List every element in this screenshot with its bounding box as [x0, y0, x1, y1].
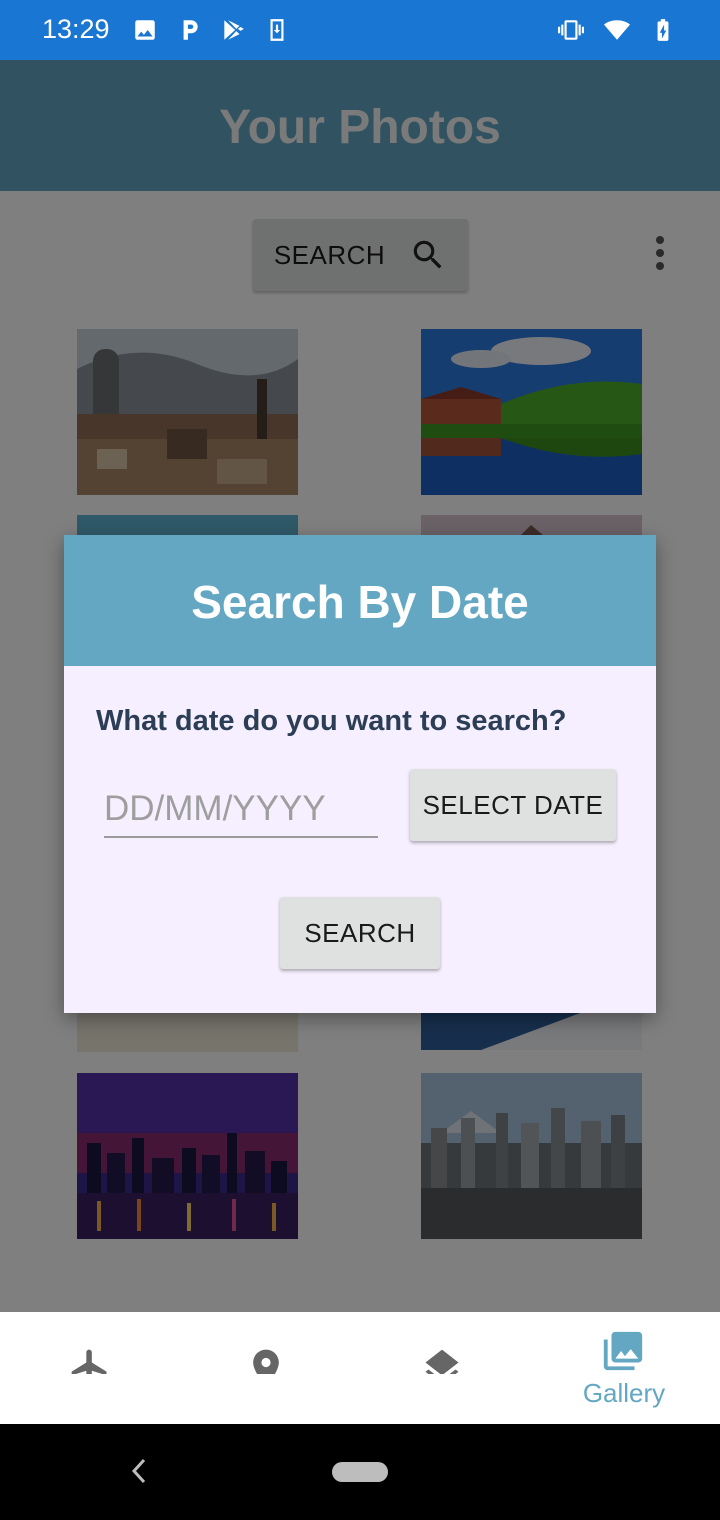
wifi-icon — [604, 20, 630, 40]
download-icon — [270, 19, 284, 41]
date-field[interactable] — [104, 782, 378, 838]
home-pill[interactable] — [332, 1462, 388, 1482]
image-icon — [135, 20, 155, 40]
layers-icon — [425, 1349, 459, 1374]
parking-icon — [183, 20, 198, 40]
battery-charging-icon — [657, 19, 669, 41]
bottom-navigation: Gallery — [0, 1312, 720, 1424]
vibrate-icon — [558, 20, 584, 40]
play-store-icon — [224, 20, 244, 40]
nav-item-layers[interactable] — [352, 1312, 532, 1424]
airplane-icon — [71, 1349, 107, 1374]
nav-item-places[interactable] — [176, 1312, 356, 1424]
dialog-header: Search By Date — [64, 535, 656, 666]
nav-item-gallery[interactable]: Gallery — [534, 1312, 714, 1424]
nav-item-flights[interactable] — [0, 1312, 180, 1424]
select-date-button[interactable]: SELECT DATE — [410, 769, 616, 841]
search-by-date-dialog: Search By Date What date do you want to … — [64, 535, 656, 1013]
status-time: 13:29 — [42, 14, 110, 44]
dialog-question: What date do you want to search? — [96, 705, 567, 737]
dialog-title: Search By Date — [191, 576, 529, 628]
nav-item-gallery-label: Gallery — [582, 1378, 666, 1408]
dialog-search-button[interactable]: SEARCH — [280, 897, 440, 969]
back-icon[interactable] — [126, 1456, 152, 1486]
place-icon — [253, 1349, 279, 1374]
gallery-icon — [603, 1331, 643, 1371]
status-bar: 13:29 — [0, 0, 720, 60]
